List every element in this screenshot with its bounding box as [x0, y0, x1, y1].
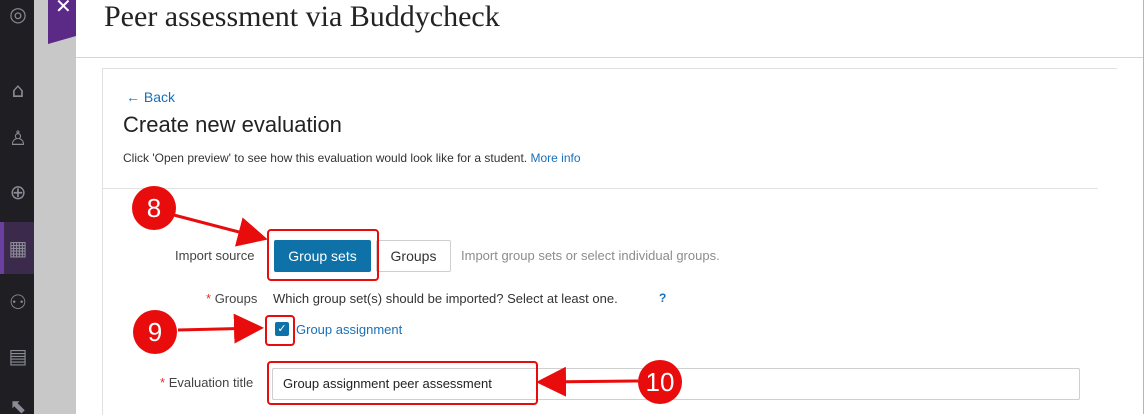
annotation-marker-10: 10 [638, 360, 682, 404]
arrow-8 [169, 212, 268, 247]
annotation-marker-9: 9 [133, 310, 177, 354]
arrow-9 [177, 313, 264, 344]
arrow-10 [536, 366, 639, 397]
annotation-marker-8: 8 [132, 186, 176, 230]
